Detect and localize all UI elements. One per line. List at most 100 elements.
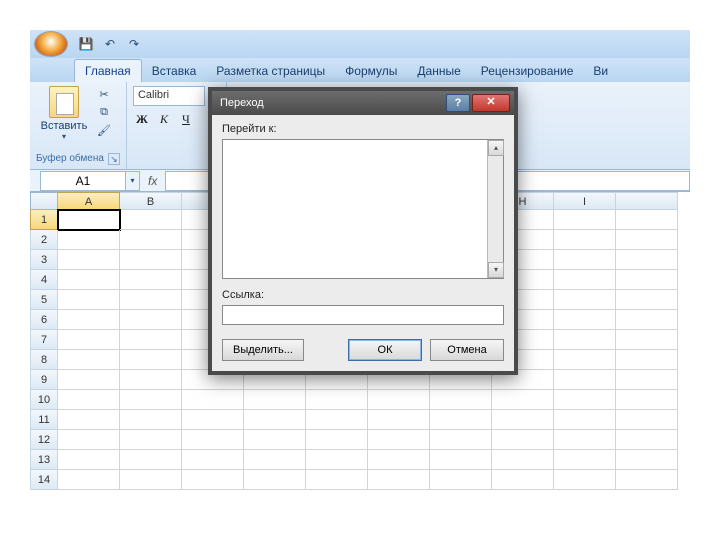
row-header[interactable]: 13 (30, 450, 58, 470)
name-box[interactable]: A1 (40, 171, 126, 191)
office-button[interactable] (34, 31, 68, 57)
tab-formulas[interactable]: Формулы (335, 60, 407, 82)
cell[interactable] (616, 330, 678, 350)
cell[interactable] (120, 350, 182, 370)
cell[interactable] (244, 390, 306, 410)
cell[interactable] (616, 210, 678, 230)
help-button[interactable]: ? (446, 94, 470, 112)
cell[interactable] (616, 470, 678, 490)
cell[interactable] (554, 470, 616, 490)
cell[interactable] (58, 290, 120, 310)
cell[interactable] (554, 370, 616, 390)
format-painter-icon[interactable]: 🖌 (96, 124, 112, 138)
cell[interactable] (58, 410, 120, 430)
redo-icon[interactable]: ↷ (124, 34, 144, 54)
cell[interactable] (58, 470, 120, 490)
cell[interactable] (616, 250, 678, 270)
cell[interactable] (58, 250, 120, 270)
cell[interactable] (430, 390, 492, 410)
row-header[interactable]: 6 (30, 310, 58, 330)
cell[interactable] (306, 450, 368, 470)
bold-button[interactable]: Ж (133, 112, 151, 130)
scrollbar[interactable]: ▴ ▾ (487, 140, 503, 278)
copy-icon[interactable]: ⧉ (96, 106, 112, 120)
cell[interactable] (120, 470, 182, 490)
cell[interactable] (554, 310, 616, 330)
reference-input[interactable] (222, 305, 504, 325)
cell[interactable] (244, 430, 306, 450)
row-header[interactable]: 7 (30, 330, 58, 350)
cell[interactable] (554, 390, 616, 410)
row-header[interactable]: 1 (30, 210, 58, 230)
cell[interactable] (554, 290, 616, 310)
cell[interactable] (554, 350, 616, 370)
cell[interactable] (430, 450, 492, 470)
cell[interactable] (616, 350, 678, 370)
cut-icon[interactable]: ✂ (96, 88, 112, 102)
row-header[interactable]: 12 (30, 430, 58, 450)
cell[interactable] (554, 250, 616, 270)
cell[interactable] (430, 470, 492, 490)
cell[interactable] (120, 410, 182, 430)
underline-button[interactable]: Ч (177, 112, 195, 130)
cell[interactable] (120, 290, 182, 310)
undo-icon[interactable]: ↶ (100, 34, 120, 54)
tab-review[interactable]: Рецензирование (471, 60, 584, 82)
cell[interactable] (120, 370, 182, 390)
cell[interactable] (616, 450, 678, 470)
col-header[interactable]: I (554, 192, 616, 210)
col-header[interactable]: B (120, 192, 182, 210)
cell[interactable] (492, 390, 554, 410)
scroll-down-icon[interactable]: ▾ (488, 262, 504, 278)
save-icon[interactable]: 💾 (76, 34, 96, 54)
cell[interactable] (368, 410, 430, 430)
cell[interactable] (120, 330, 182, 350)
cell[interactable] (120, 310, 182, 330)
cell[interactable] (306, 410, 368, 430)
tab-data[interactable]: Данные (407, 60, 470, 82)
cell[interactable] (58, 310, 120, 330)
cell[interactable] (244, 410, 306, 430)
cell[interactable] (182, 410, 244, 430)
cell[interactable] (554, 430, 616, 450)
cell[interactable] (306, 470, 368, 490)
dialog-launcher-icon[interactable]: ↘ (108, 153, 120, 165)
cell[interactable] (492, 470, 554, 490)
cell[interactable] (120, 450, 182, 470)
row-header[interactable]: 10 (30, 390, 58, 410)
row-header[interactable]: 2 (30, 230, 58, 250)
font-name-box[interactable]: Calibri (133, 86, 205, 106)
cell[interactable] (616, 290, 678, 310)
cell[interactable] (58, 430, 120, 450)
cell[interactable] (58, 210, 120, 230)
name-box-dropdown[interactable]: ▾ (126, 171, 140, 191)
cell[interactable] (306, 390, 368, 410)
cell[interactable] (306, 430, 368, 450)
cell[interactable] (244, 470, 306, 490)
special-button[interactable]: Выделить... (222, 339, 304, 361)
cell[interactable] (244, 450, 306, 470)
tab-home[interactable]: Главная (74, 59, 142, 82)
cell[interactable] (58, 330, 120, 350)
cell[interactable] (616, 410, 678, 430)
row-header[interactable]: 9 (30, 370, 58, 390)
cell[interactable] (58, 350, 120, 370)
tab-insert[interactable]: Вставка (142, 60, 207, 82)
cell[interactable] (430, 430, 492, 450)
cell[interactable] (554, 230, 616, 250)
cell[interactable] (182, 470, 244, 490)
cell[interactable] (58, 370, 120, 390)
cell[interactable] (58, 390, 120, 410)
cell[interactable] (554, 330, 616, 350)
cell[interactable] (616, 430, 678, 450)
cell[interactable] (120, 430, 182, 450)
scroll-up-icon[interactable]: ▴ (488, 140, 504, 156)
cell[interactable] (554, 270, 616, 290)
tab-page-layout[interactable]: Разметка страницы (206, 60, 335, 82)
fx-icon[interactable]: fx (148, 174, 157, 188)
row-header[interactable]: 14 (30, 470, 58, 490)
cell[interactable] (58, 450, 120, 470)
cell[interactable] (368, 390, 430, 410)
cell[interactable] (368, 430, 430, 450)
cell[interactable] (182, 450, 244, 470)
